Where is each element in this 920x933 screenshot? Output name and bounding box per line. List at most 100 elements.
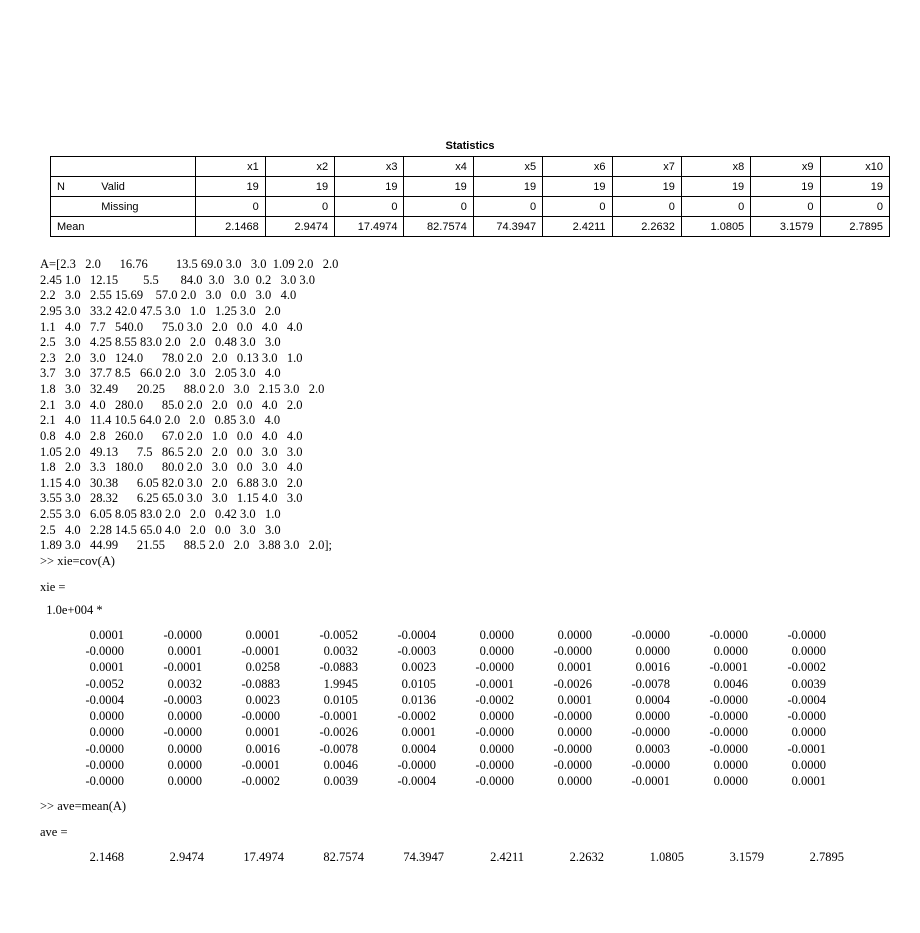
vector-cell: 3.1579 (694, 849, 774, 865)
matrix-cell: -0.0000 (678, 724, 756, 740)
row-valid: N Valid 19 19 19 19 19 19 19 19 19 19 (51, 177, 890, 197)
matrix-cell: -0.0001 (600, 773, 678, 789)
statistics-table: x1 x2 x3 x4 x5 x6 x7 x8 x9 x10 N Valid 1… (50, 156, 890, 237)
vector-cell: 82.7574 (294, 849, 374, 865)
valid-label: Valid (95, 177, 196, 197)
matrix-cell: 0.0000 (756, 757, 834, 773)
col-header: x8 (681, 157, 750, 177)
vector-row: 2.14682.947417.497482.757474.39472.42112… (54, 849, 900, 865)
matrix-row: 0.00000.0000-0.0000-0.0001-0.00020.0000-… (54, 708, 900, 724)
cell: 19 (196, 177, 265, 197)
matrix-cell: 0.0023 (210, 692, 288, 708)
matrix-row: -0.00000.0001-0.00010.0032-0.00030.0000-… (54, 643, 900, 659)
matrix-cell: -0.0001 (444, 676, 522, 692)
matrix-cell: -0.0000 (366, 757, 444, 773)
mean-label: Mean (51, 217, 96, 237)
matrix-cell: 0.0000 (522, 627, 600, 643)
matrix-cell: 0.0000 (600, 643, 678, 659)
col-header: x2 (265, 157, 334, 177)
matrix-cell: 0.0023 (366, 659, 444, 675)
cell: 74.3947 (473, 217, 542, 237)
row-missing: Missing 0 0 0 0 0 0 0 0 0 0 (51, 197, 890, 217)
col-header: x1 (196, 157, 265, 177)
header-blank (51, 157, 96, 177)
vector-cell: 2.2632 (534, 849, 614, 865)
matrix-cell: 0.0003 (600, 741, 678, 757)
col-header: x4 (404, 157, 473, 177)
ave-label: ave = (40, 825, 900, 841)
matrix-cell: -0.0000 (54, 773, 132, 789)
cell: 0 (335, 197, 404, 217)
matrix-cell: 0.0000 (678, 773, 756, 789)
matrix-cell: 0.0000 (132, 757, 210, 773)
matrix-cell: -0.0000 (54, 757, 132, 773)
cell: 19 (612, 177, 681, 197)
matrix-cell: -0.0000 (444, 724, 522, 740)
cell: 0 (404, 197, 473, 217)
matrix-cell: 0.0000 (444, 741, 522, 757)
vector-cell: 17.4974 (214, 849, 294, 865)
matrix-cell: 0.0046 (678, 676, 756, 692)
matrix-row: 0.0000-0.00000.0001-0.00260.0001-0.00000… (54, 724, 900, 740)
matrix-cell: -0.0883 (288, 659, 366, 675)
matrix-cell: -0.0001 (210, 643, 288, 659)
col-header: x10 (820, 157, 889, 177)
matrix-cell: 0.0000 (132, 773, 210, 789)
matrix-cell: 0.0105 (288, 692, 366, 708)
cell: 0 (473, 197, 542, 217)
matrix-cell: -0.0002 (210, 773, 288, 789)
matrix-cell: 0.0000 (444, 627, 522, 643)
matrix-row: -0.00000.0000-0.00010.0046-0.0000-0.0000… (54, 757, 900, 773)
matrix-cell: 0.0001 (366, 724, 444, 740)
matrix-cell: -0.0000 (522, 708, 600, 724)
cell: 0 (820, 197, 889, 217)
matrix-cell: 1.9945 (288, 676, 366, 692)
cell: 2.1468 (196, 217, 265, 237)
xie-scale: 1.0e+004 * (40, 603, 900, 619)
matrix-cell: 0.0032 (132, 676, 210, 692)
matrix-cell: -0.0052 (54, 676, 132, 692)
matrix-cell: 0.0001 (132, 643, 210, 659)
cell: 17.4974 (335, 217, 404, 237)
matrix-cell: -0.0000 (522, 741, 600, 757)
cell: 0 (751, 197, 820, 217)
matrix-cell: -0.0026 (288, 724, 366, 740)
matrix-cell: 0.0000 (756, 724, 834, 740)
matrix-cell: -0.0000 (678, 692, 756, 708)
matrix-cell: 0.0001 (522, 692, 600, 708)
matrix-cell: 0.0000 (678, 757, 756, 773)
matrix-cell: -0.0000 (54, 741, 132, 757)
cell: 19 (751, 177, 820, 197)
cell: 2.4211 (543, 217, 612, 237)
matrix-cell: 0.0000 (132, 708, 210, 724)
cell: 19 (473, 177, 542, 197)
header-blank (95, 157, 196, 177)
matrix-cell: -0.0078 (600, 676, 678, 692)
vector-cell: 1.0805 (614, 849, 694, 865)
matrix-cell: -0.0004 (366, 627, 444, 643)
n-label: N (51, 177, 96, 197)
matrix-cell: 0.0001 (54, 659, 132, 675)
matrix-cell: 0.0000 (444, 708, 522, 724)
ave-command: >> ave=mean(A) (40, 799, 900, 815)
matrix-cell: 0.0000 (444, 643, 522, 659)
matrix-row: 0.0001-0.00000.0001-0.0052-0.00040.00000… (54, 627, 900, 643)
matrix-cell: -0.0000 (600, 757, 678, 773)
matrix-cell: 0.0001 (210, 627, 288, 643)
matrix-cell: 0.0039 (288, 773, 366, 789)
cell: 19 (820, 177, 889, 197)
matrix-cell: 0.0000 (132, 741, 210, 757)
cell: 3.1579 (751, 217, 820, 237)
col-header: x9 (751, 157, 820, 177)
cell: 19 (404, 177, 473, 197)
matrix-cell: 0.0032 (288, 643, 366, 659)
cell: 82.7574 (404, 217, 473, 237)
cell: 1.0805 (681, 217, 750, 237)
matrix-row: -0.00000.0000-0.00020.0039-0.0004-0.0000… (54, 773, 900, 789)
cell: 0 (612, 197, 681, 217)
matrix-cell: -0.0000 (756, 708, 834, 724)
vector-cell: 2.9474 (134, 849, 214, 865)
vector-cell: 74.3947 (374, 849, 454, 865)
matrix-cell: -0.0000 (210, 708, 288, 724)
matrix-cell: -0.0000 (600, 627, 678, 643)
